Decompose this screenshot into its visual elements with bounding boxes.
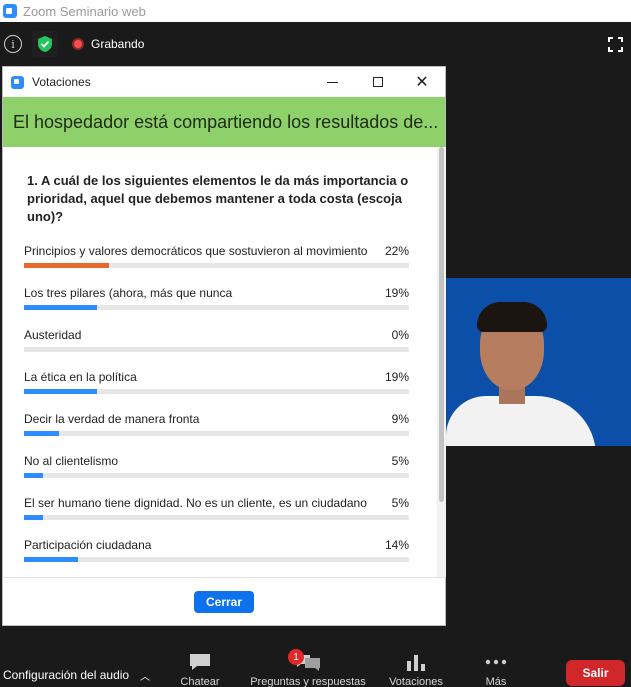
poll-option-percent: 22% [384, 244, 409, 258]
poll-option-percent: 9% [391, 412, 409, 426]
poll-option: La ética en la política 19% [24, 370, 409, 412]
close-poll-button[interactable]: Cerrar [194, 590, 254, 613]
maximize-icon [373, 77, 383, 87]
poll-option-bar [24, 389, 98, 394]
poll-option: Participación ciudadana 14% [24, 538, 409, 577]
polls-window-title: Votaciones [32, 75, 91, 89]
fullscreen-icon[interactable] [608, 37, 623, 52]
info-icon[interactable]: i [4, 35, 22, 53]
polls-button[interactable]: Votaciones [371, 652, 461, 687]
chat-icon [190, 654, 210, 670]
qa-button[interactable]: Preguntas y respuestas [250, 652, 366, 687]
poll-option-percent: 14% [384, 538, 409, 552]
more-label: Más [485, 676, 507, 687]
poll-option-percent: 5% [391, 496, 409, 510]
poll-option-bar-track [24, 263, 409, 268]
poll-option-bar [24, 473, 44, 478]
poll-option-label: Decir la verdad de manera fronta [24, 412, 200, 426]
poll-option-bar-track [24, 431, 409, 436]
chat-button[interactable]: Chatear [155, 652, 245, 687]
zoom-app-icon [3, 4, 17, 18]
poll-option-bar-track [24, 347, 409, 352]
poll-option-bar-track [24, 389, 409, 394]
recording-indicator[interactable]: Grabando [72, 37, 144, 51]
poll-option-percent: 19% [384, 370, 409, 384]
poll-option-label: La ética en la política [24, 370, 137, 384]
scrollbar[interactable] [437, 147, 446, 577]
poll-option-bar-track [24, 557, 409, 562]
poll-option-bar-track [24, 515, 409, 520]
recording-label: Grabando [91, 37, 145, 51]
polls-window-header: Votaciones ✕ [3, 67, 445, 97]
poll-option-bar [24, 515, 44, 520]
poll-option-label: El ser humano tiene dignidad. No es un c… [24, 496, 367, 510]
more-button[interactable]: Más [451, 652, 541, 687]
maximize-button[interactable] [355, 67, 401, 97]
poll-option-label: Principios y valores democráticos que so… [24, 244, 368, 258]
poll-option: Los tres pilares (ahora, más que nunca 19… [24, 286, 409, 328]
poll-options-list: Principios y valores democráticos que so… [24, 244, 409, 577]
close-icon: ✕ [415, 72, 429, 91]
minimize-button[interactable] [309, 67, 355, 97]
sharing-results-banner: El hospedador está compartiendo los resu… [3, 97, 445, 147]
poll-option-label: Participación ciudadana [24, 538, 152, 552]
speaker-video [446, 278, 631, 446]
polls-label: Votaciones [389, 676, 443, 687]
chat-label: Chatear [180, 676, 220, 687]
security-shield-icon[interactable] [32, 31, 58, 57]
more-icon [485, 659, 507, 665]
minimize-icon [326, 81, 338, 83]
poll-question: 1. A cuál de los siguientes elementos le… [27, 173, 409, 224]
chevron-up-icon[interactable]: ︿ [140, 668, 150, 683]
poll-option-percent: 19% [384, 286, 409, 300]
leave-button[interactable]: Salir [566, 660, 625, 686]
meeting-top-bar: i Grabando [0, 22, 631, 66]
zoom-window-icon [11, 75, 24, 89]
poll-option: No al clientelismo 5% [24, 454, 409, 496]
poll-option-bar [24, 263, 109, 268]
poll-option: El ser humano tiene dignidad. No es un c… [24, 496, 409, 538]
recording-icon [72, 38, 84, 50]
polls-window: Votaciones ✕ El hospedador está comparti… [2, 66, 446, 626]
audio-settings-button[interactable]: Configuración del audio [3, 668, 129, 682]
poll-option-bar-track [24, 305, 409, 310]
poll-option-bar [24, 431, 59, 436]
poll-option: Decir la verdad de manera fronta 9% [24, 412, 409, 454]
poll-option-label: Austeridad [24, 328, 82, 342]
poll-option-bar [24, 557, 78, 562]
meeting-toolbar: Configuración del audio ︿ Chatear Pregun… [0, 642, 631, 687]
polls-icon [407, 655, 425, 671]
poll-option: Austeridad 0% [24, 328, 409, 370]
banner-text: El hospedador está compartiendo los resu… [13, 111, 439, 132]
qa-badge: 1 [288, 649, 304, 665]
poll-option-bar-track [24, 473, 409, 478]
close-window-button[interactable]: ✕ [399, 67, 445, 97]
app-title-bar: Zoom Seminario web [0, 0, 631, 22]
scrollbar-thumb[interactable] [439, 147, 444, 502]
poll-option-label: No al clientelismo [24, 454, 119, 468]
qa-label: Preguntas y respuestas [250, 676, 366, 687]
poll-option-percent: 0% [391, 328, 409, 342]
polls-window-footer: Cerrar [3, 577, 445, 625]
app-title: Zoom Seminario web [23, 3, 146, 19]
poll-option-percent: 5% [391, 454, 409, 468]
poll-option-bar [24, 305, 98, 310]
poll-results[interactable]: 1. A cuál de los siguientes elementos le… [3, 147, 437, 577]
poll-option-label: Los tres pilares (ahora, más que nunca [24, 286, 233, 300]
poll-option: Principios y valores democráticos que so… [24, 244, 409, 286]
